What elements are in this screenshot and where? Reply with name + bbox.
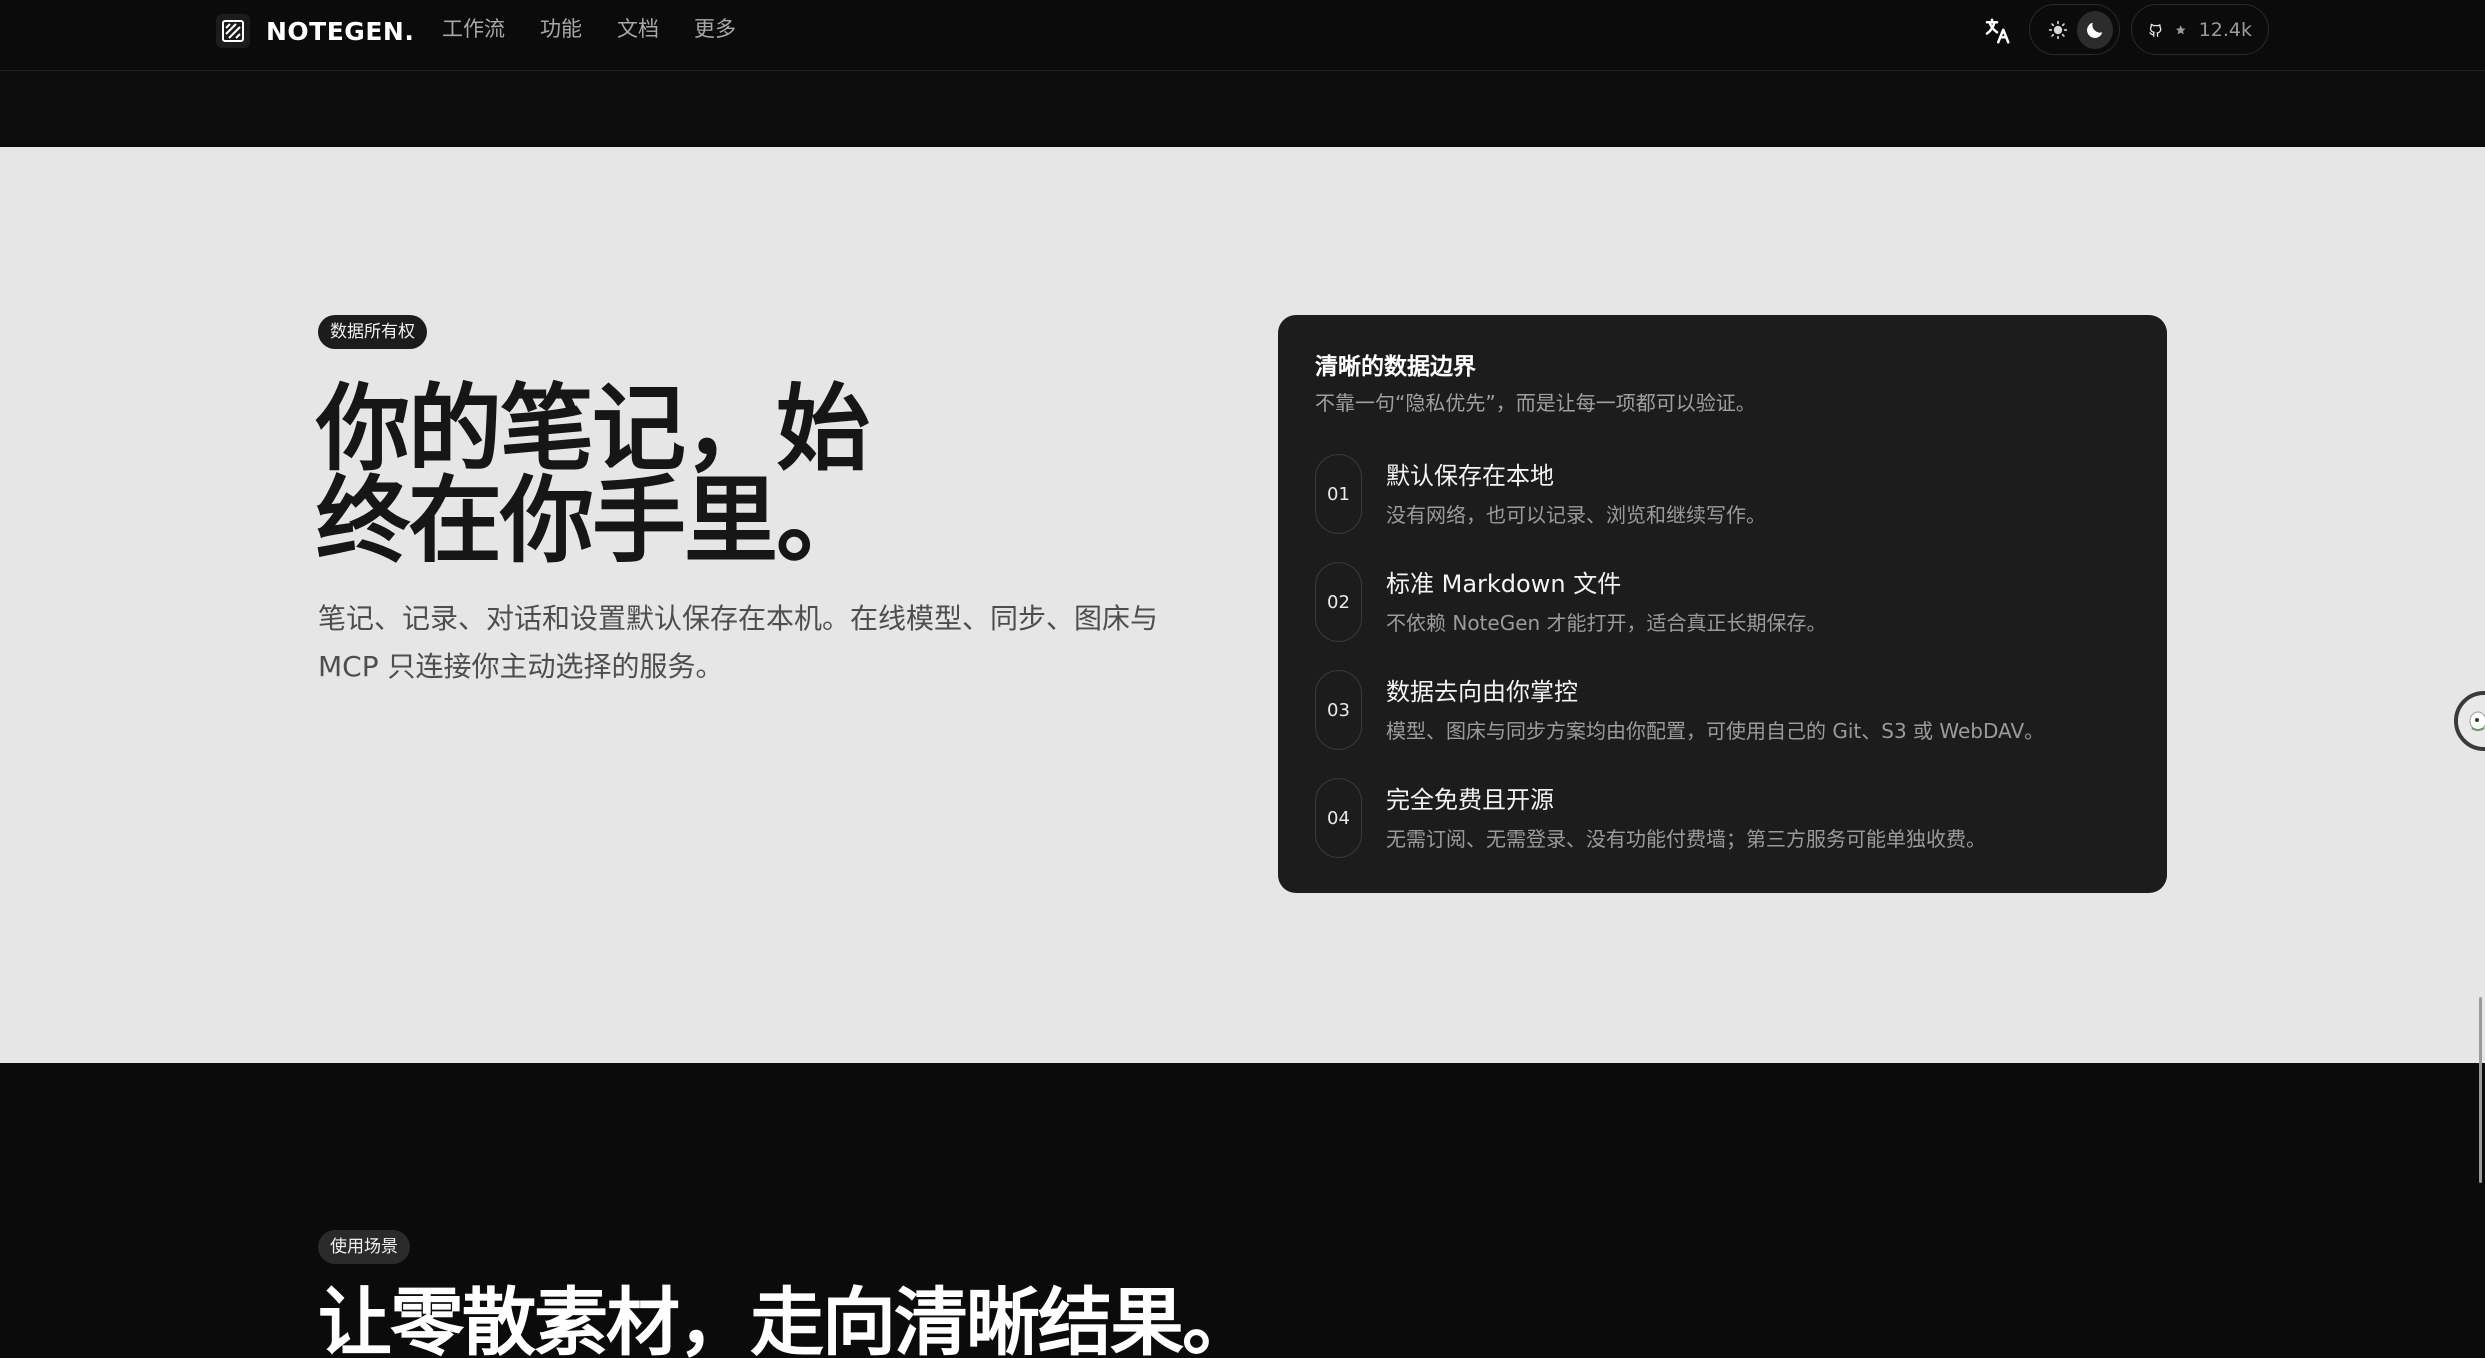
item-number: 03 [1315, 670, 1362, 750]
list-item: 03 数据去向由你掌控 模型、图床与同步方案均由你配置，可使用自己的 Git、S… [1315, 670, 2135, 750]
main-nav: 工作流 功能 文档 更多 [442, 14, 736, 44]
top-navbar: NOTEGEN. 工作流 功能 文档 更多 12.4k [0, 0, 2485, 71]
github-icon [2149, 23, 2162, 37]
item-title: 默认保存在本地 [1386, 462, 1554, 490]
brand-name: NOTEGEN. [266, 16, 415, 46]
item-number: 01 [1315, 454, 1362, 534]
item-title: 标准 Markdown 文件 [1386, 570, 1622, 598]
nav-item-workflow[interactable]: 工作流 [442, 14, 505, 44]
data-ownership-section: 数据所有权 你的笔记，始 终在你手里。 笔记、记录、对话和设置默认保存在本机。在… [0, 147, 2485, 1063]
light-theme-button[interactable] [2040, 11, 2077, 49]
dark-theme-button[interactable] [2076, 10, 2113, 49]
avatar-icon [2458, 695, 2485, 747]
github-stars-button[interactable]: 12.4k [2131, 4, 2269, 55]
sun-icon [2049, 20, 2068, 39]
nav-item-more[interactable]: 更多 [694, 14, 736, 44]
translate-icon [1985, 18, 2010, 44]
theme-toggle [2029, 4, 2120, 55]
star-icon [2176, 24, 2186, 34]
item-description: 模型、图床与同步方案均由你配置，可使用自己的 Git、S3 或 WebDAV。 [1386, 719, 2045, 743]
moon-icon [2086, 22, 2103, 38]
item-number: 04 [1315, 778, 1362, 858]
item-description: 无需订阅、无需登录、没有功能付费墙；第三方服务可能单独收费。 [1386, 827, 1986, 851]
item-description: 没有网络，也可以记录、浏览和继续写作。 [1386, 503, 1766, 527]
item-title: 完全免费且开源 [1386, 786, 1554, 814]
item-title: 数据去向由你掌控 [1386, 678, 1578, 706]
language-button[interactable] [1978, 12, 2016, 50]
list-item: 04 完全免费且开源 无需订阅、无需登录、没有功能付费墙；第三方服务可能单独收费… [1315, 778, 2135, 858]
page-scrollbar[interactable] [2479, 997, 2482, 1183]
list-item: 02 标准 Markdown 文件 不依赖 NoteGen 才能打开，适合真正长… [1315, 562, 2135, 642]
notegen-logo-icon [216, 14, 250, 48]
section-title-line-1: 你的笔记，始 [316, 375, 870, 484]
list-item: 01 默认保存在本地 没有网络，也可以记录、浏览和继续写作。 [1315, 454, 2135, 534]
item-number: 02 [1315, 562, 1362, 642]
nav-item-features[interactable]: 功能 [540, 14, 582, 44]
card-subtitle: 不靠一句“隐私优先”，而是让每一项都可以验证。 [1315, 391, 1756, 415]
brand-logo[interactable]: NOTEGEN. [216, 14, 414, 48]
section-description: 笔记、记录、对话和设置默认保存在本机。在线模型、同步、图床与 MCP 只连接你主… [318, 602, 1159, 683]
section-badge-scenarios: 使用场景 [318, 1230, 410, 1264]
card-title: 清晰的数据边界 [1315, 354, 1476, 380]
data-boundary-card: 清晰的数据边界 不靠一句“隐私优先”，而是让每一项都可以验证。 01 默认保存在… [1278, 315, 2167, 893]
section-title-line-2: 终在你手里。 [316, 467, 870, 576]
nav-item-docs[interactable]: 文档 [617, 14, 659, 44]
item-description: 不依赖 NoteGen 才能打开，适合真正长期保存。 [1386, 611, 1827, 635]
use-cases-title: 让零散素材，走向清晰结果。 [318, 1280, 1256, 1358]
section-title: 你的笔记，始 终在你手里。 [316, 375, 916, 576]
section-badge: 数据所有权 [318, 315, 427, 349]
github-star-count: 12.4k [2198, 18, 2252, 41]
